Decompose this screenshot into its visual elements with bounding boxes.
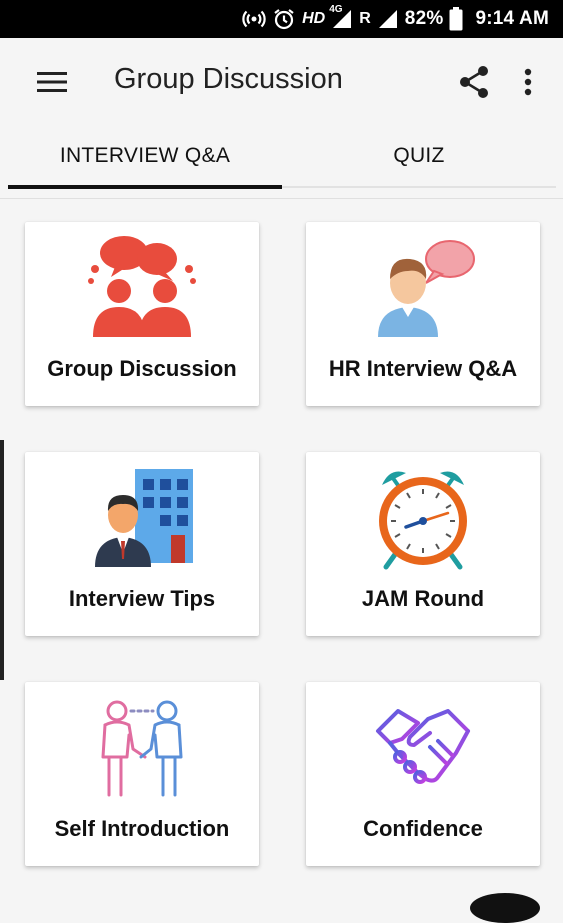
status-bar: HD 4G R 82% 9:14 AM bbox=[0, 0, 563, 38]
signal-4g-icon: 4G bbox=[329, 4, 353, 30]
card-label: JAM Round bbox=[361, 586, 485, 611]
card-label: HR Interview Q&A bbox=[328, 356, 518, 381]
floating-button[interactable] bbox=[470, 893, 540, 923]
tab-interview-qa[interactable]: INTERVIEW Q&A bbox=[8, 126, 282, 186]
card-interview-tips[interactable]: Interview Tips bbox=[25, 452, 259, 636]
handshake-icon bbox=[306, 682, 540, 810]
card-confidence[interactable]: Confidence bbox=[306, 682, 540, 866]
group-discussion-icon bbox=[25, 222, 259, 350]
handshake-people-icon bbox=[25, 682, 259, 810]
card-hr-interview[interactable]: HR Interview Q&A bbox=[306, 222, 540, 406]
battery-percent: 82% bbox=[404, 8, 444, 29]
share-icon bbox=[460, 66, 488, 98]
signal-icon bbox=[377, 8, 399, 30]
alarm-clock-icon bbox=[306, 452, 540, 580]
card-label: Interview Tips bbox=[68, 586, 216, 611]
status-bar-right: HD 4G R 82% 9:14 AM bbox=[242, 0, 549, 38]
tab-quiz[interactable]: QUIZ bbox=[282, 126, 556, 186]
interview-tips-icon bbox=[25, 452, 259, 580]
divider bbox=[0, 198, 563, 199]
network-label: HD bbox=[302, 10, 326, 27]
card-self-introduction[interactable]: Self Introduction bbox=[25, 682, 259, 866]
card-label: Confidence bbox=[363, 816, 483, 841]
share-button[interactable] bbox=[454, 60, 494, 104]
hotspot-icon bbox=[242, 7, 266, 31]
alarm-icon bbox=[272, 7, 296, 31]
roaming-label: R bbox=[359, 10, 371, 27]
tab-bar: INTERVIEW Q&A QUIZ bbox=[0, 126, 563, 190]
menu-icon bbox=[37, 72, 67, 92]
tab-track bbox=[282, 186, 556, 188]
card-label: Group Discussion bbox=[47, 356, 237, 381]
page-title: Group Discussion bbox=[114, 63, 343, 95]
hr-interview-icon bbox=[306, 222, 540, 350]
clock: 9:14 AM bbox=[475, 8, 549, 29]
more-vert-icon bbox=[524, 68, 532, 96]
battery-icon bbox=[449, 7, 463, 31]
more-options-button[interactable] bbox=[512, 60, 544, 104]
tab-indicator bbox=[8, 185, 282, 189]
screen-edge bbox=[0, 440, 4, 680]
app-bar: Group Discussion bbox=[0, 38, 563, 126]
card-group-discussion[interactable]: Group Discussion bbox=[25, 222, 259, 406]
menu-button[interactable] bbox=[30, 62, 74, 102]
network-type-label: 4G bbox=[329, 4, 343, 15]
card-jam-round[interactable]: JAM Round bbox=[306, 452, 540, 636]
card-label: Self Introduction bbox=[54, 816, 230, 841]
